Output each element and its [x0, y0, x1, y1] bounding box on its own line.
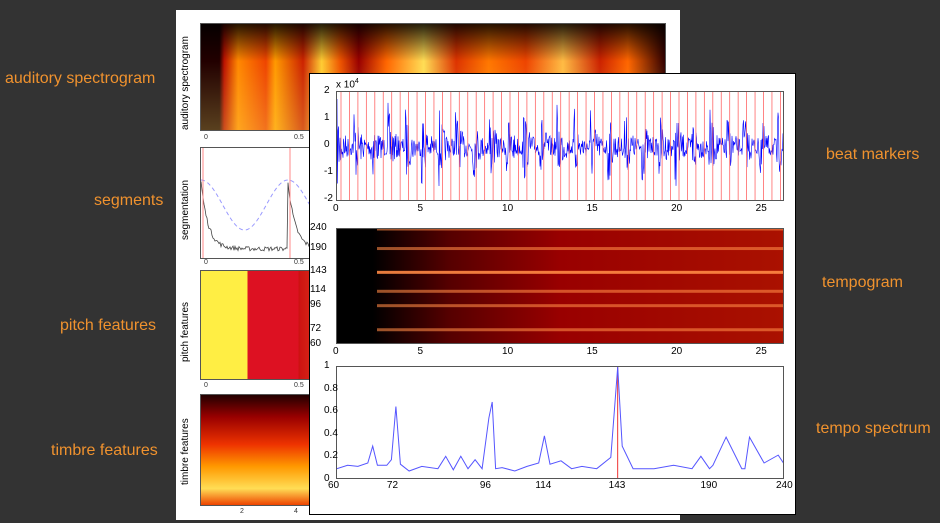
timbre-ylabel: timbre features — [180, 418, 191, 485]
x-tick: 20 — [671, 346, 683, 357]
y-tick: 72 — [310, 322, 322, 334]
y-tick: 0.8 — [324, 382, 338, 394]
x-tick: 190 — [700, 480, 718, 491]
x-tick: 10 — [502, 346, 514, 357]
y-tick: 1 — [324, 360, 330, 371]
y-tick: 190 — [310, 241, 327, 253]
tick: 4 — [294, 508, 298, 515]
y-tick: 1 — [324, 112, 330, 123]
y-tick: 60 — [310, 338, 322, 349]
x-tick: 72 — [386, 480, 399, 491]
segmentation-ylabel: segmentation — [180, 179, 191, 240]
label-beat-markers: beat markers — [826, 146, 920, 163]
y-tick: 143 — [310, 265, 327, 277]
x-tick: 25 — [755, 346, 767, 357]
pitch-ylabel: pitch features — [180, 301, 191, 362]
x-tick: 240 — [776, 480, 793, 491]
tempo-spectrum-line — [337, 367, 783, 472]
y-tick: 0.2 — [324, 450, 338, 462]
label-timbre-features: timbre features — [51, 442, 158, 459]
tempo-band — [377, 328, 783, 332]
x-tick: 96 — [479, 480, 491, 491]
x-tick: 20 — [671, 203, 683, 214]
label-auditory-spectrogram: auditory spectrogram — [5, 70, 156, 87]
x-tick: 0 — [333, 346, 339, 357]
tick: 0.5 — [294, 382, 304, 389]
tick: 2 — [240, 508, 244, 515]
y-tick: -1 — [324, 166, 333, 177]
label-tempogram: tempogram — [822, 274, 903, 291]
tick: 0.5 — [294, 259, 304, 266]
tick: 0.5 — [294, 134, 304, 141]
y-exponent: x 104 — [336, 78, 359, 91]
y-tick: 0 — [324, 139, 330, 150]
tempo-band — [377, 229, 783, 231]
x-tick: 15 — [586, 346, 598, 357]
label-pitch-features: pitch features — [60, 317, 157, 334]
x-tick: 15 — [586, 203, 598, 214]
x-tick: 60 — [328, 480, 340, 491]
auditory-ylabel: auditory spectrogram — [180, 36, 191, 130]
tempogram-plot — [336, 228, 784, 344]
y-tick: 0.6 — [324, 405, 338, 417]
tempo-band — [377, 247, 783, 251]
x-tick: 0 — [333, 203, 339, 214]
front-figure: x 104 2 1 0 -1 -2 0 5 10 15 20 25 240 190 143 114 96 72 6… — [309, 73, 796, 515]
x-tick: 5 — [417, 346, 424, 357]
tick: 0 — [204, 259, 208, 266]
tick: 0 — [204, 382, 208, 389]
y-tick: -2 — [324, 193, 333, 204]
y-tick: 2 — [324, 85, 330, 96]
tempo-spectrum-plot — [336, 366, 784, 479]
tempo-band — [377, 270, 783, 274]
label-tempo-spectrum: tempo spectrum — [816, 420, 931, 437]
label-segments: segments — [94, 192, 164, 209]
x-tick: 114 — [535, 480, 552, 491]
x-tick: 25 — [755, 203, 767, 214]
y-tick: 0.4 — [324, 427, 338, 439]
x-tick: 143 — [608, 480, 626, 491]
tempo-band — [377, 304, 783, 308]
tempo-band — [377, 289, 783, 293]
tick: 0 — [204, 134, 208, 141]
y-tick: 114 — [310, 284, 326, 296]
y-tick: 96 — [310, 298, 322, 310]
y-tick: 240 — [310, 222, 327, 233]
x-tick: 5 — [417, 203, 424, 214]
x-tick: 10 — [502, 203, 514, 214]
waveform-plot — [336, 91, 784, 201]
